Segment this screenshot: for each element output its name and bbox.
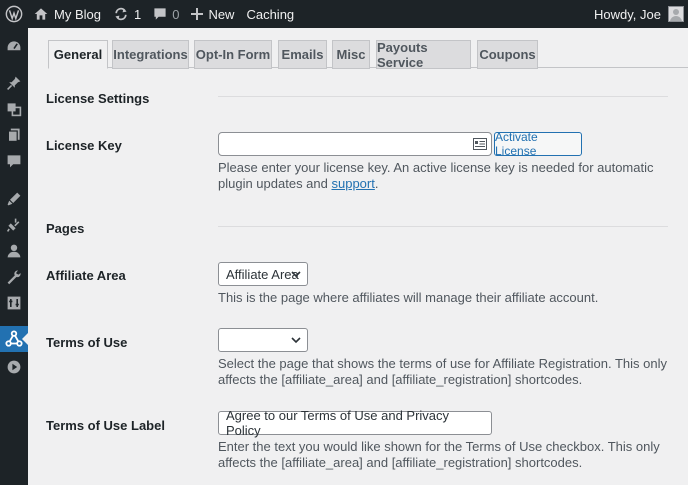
menu-plugins[interactable] (0, 212, 28, 238)
tab-integrations[interactable]: Integrations (112, 40, 189, 69)
tab-payouts-service[interactable]: Payouts Service (376, 40, 471, 70)
menu-affiliatewp[interactable] (0, 326, 28, 352)
terms-of-use-label-input[interactable]: Agree to our Terms of Use and Privacy Po… (218, 408, 492, 438)
menu-pages[interactable] (0, 122, 28, 148)
updates-link[interactable]: 1 (107, 0, 147, 28)
chevron-down-icon (291, 337, 301, 344)
comments-link[interactable]: 0 (147, 0, 185, 28)
license-settings-heading: License Settings (46, 91, 150, 106)
pin-icon (7, 76, 21, 90)
menu-settings[interactable] (0, 290, 28, 316)
tab-general[interactable]: General (48, 40, 108, 69)
menu-appearance[interactable] (0, 186, 28, 212)
license-key-label: License Key (46, 138, 122, 153)
settings-tabs: General Integrations Opt-In Form Emails … (48, 40, 688, 70)
menu-tools[interactable] (0, 264, 28, 290)
tab-coupons[interactable]: Coupons (477, 40, 538, 69)
wordpress-icon (5, 5, 23, 23)
license-key-description: Please enter your license key. An active… (218, 160, 654, 191)
affiliate-area-description: This is the page where affiliates will m… (218, 290, 599, 305)
updates-icon (115, 7, 127, 21)
new-label: New (208, 6, 235, 22)
terms-of-use-label-label: Terms of Use Label (46, 418, 165, 433)
tools-icon (7, 270, 21, 285)
tab-misc[interactable]: Misc (332, 40, 370, 69)
comments-icon (7, 155, 21, 168)
chevron-down-icon (291, 271, 301, 278)
menu-comments[interactable] (0, 148, 28, 174)
terms-of-use-select[interactable] (218, 328, 308, 352)
divider (218, 226, 668, 227)
admin-menu (0, 28, 28, 485)
terms-of-use-label: Terms of Use (46, 335, 128, 350)
license-key-input[interactable] (218, 132, 492, 156)
avatar (668, 6, 684, 22)
site-name-link[interactable]: My Blog (28, 0, 107, 28)
greeting: Howdy, Joe (594, 6, 661, 22)
site-name: My Blog (54, 6, 101, 22)
pages-icon (7, 128, 20, 142)
affiliate-area-select[interactable]: Affiliate Area (218, 262, 308, 286)
affiliate-area-label: Affiliate Area (46, 268, 126, 283)
caching-link[interactable]: Caching (240, 0, 300, 28)
new-content-link[interactable]: New (185, 0, 240, 28)
media-icon (7, 103, 22, 117)
terms-of-use-description: Select the page that shows the terms of … (218, 356, 667, 387)
comment-icon (154, 8, 166, 20)
wordpress-logo[interactable] (0, 0, 28, 28)
menu-dashboard[interactable] (0, 34, 28, 60)
pages-heading: Pages (46, 221, 85, 236)
users-icon (7, 244, 21, 258)
caching-label: Caching (246, 6, 295, 22)
play-icon (7, 360, 21, 374)
appearance-icon (7, 192, 21, 206)
comments-count: 0 (172, 6, 180, 22)
plus-icon (191, 8, 204, 20)
dashboard-icon (7, 41, 21, 51)
terms-of-use-label-description: Enter the text you would like shown for … (218, 439, 660, 470)
settings-icon (7, 296, 21, 310)
menu-users[interactable] (0, 238, 28, 264)
menu-media[interactable] (0, 96, 28, 122)
my-account[interactable]: Howdy, Joe (594, 0, 684, 28)
plugins-icon (6, 218, 20, 232)
menu-posts[interactable] (0, 70, 28, 96)
menu-video[interactable] (0, 354, 28, 380)
settings-content: General Integrations Opt-In Form Emails … (28, 28, 688, 485)
tab-emails[interactable]: Emails (278, 40, 327, 69)
affiliate-icon (5, 330, 23, 347)
home-icon (34, 8, 48, 20)
support-link[interactable]: support (331, 176, 374, 191)
updates-count: 1 (133, 6, 142, 22)
activate-license-button[interactable]: Activate License (494, 130, 582, 158)
password-manager-icon[interactable] (473, 138, 487, 150)
tab-opt-in-form[interactable]: Opt-In Form (194, 40, 272, 69)
divider (218, 96, 668, 97)
admin-bar: My Blog 1 0 New Caching Howdy, Joe (0, 0, 688, 28)
